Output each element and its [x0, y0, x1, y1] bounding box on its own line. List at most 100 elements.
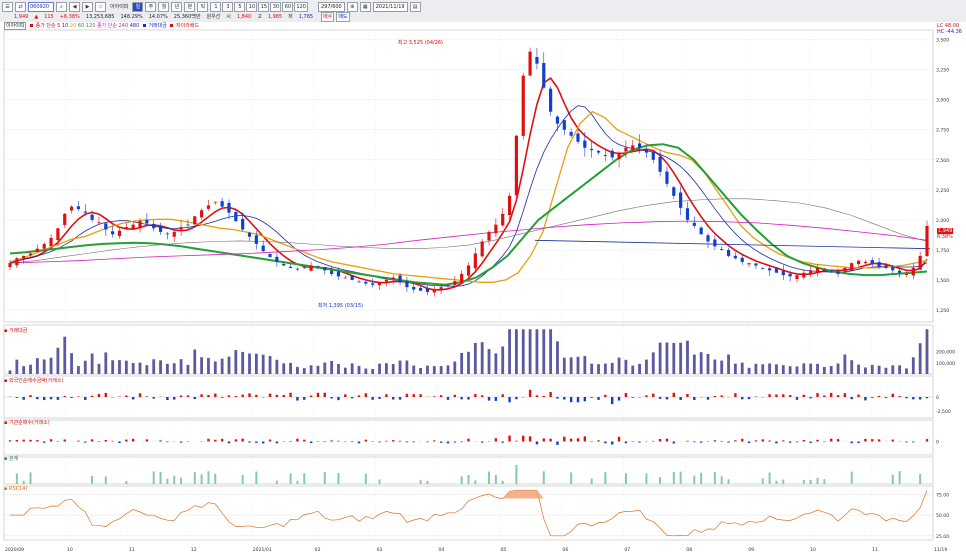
inst-bar	[638, 441, 641, 443]
btn-tick[interactable]: 틱	[197, 1, 209, 12]
zoom-icon[interactable]: ⊕	[346, 1, 358, 12]
foreign-bar	[460, 397, 463, 400]
foreign-bar	[282, 394, 285, 397]
x-tick-label: 03	[377, 547, 383, 553]
calendar-icon[interactable]: ▦	[359, 1, 371, 12]
menu-icon[interactable]: ☰	[2, 1, 13, 12]
x-tick-label: 02	[315, 547, 321, 553]
candle-body	[56, 228, 60, 241]
candle-body	[158, 225, 163, 232]
btn-daily[interactable]: 일	[132, 1, 144, 12]
calendar-picker-icon[interactable]: ▤	[409, 1, 421, 12]
volume-bar	[597, 364, 600, 374]
inst-bar	[385, 440, 388, 442]
volume-bar	[747, 367, 751, 374]
minute-option-10[interactable]: 10	[246, 1, 258, 12]
volume-bar	[70, 353, 73, 374]
obv-bar	[816, 477, 819, 484]
obv-bar	[700, 472, 703, 484]
volume-bar	[350, 363, 354, 374]
obv-bar	[173, 475, 176, 484]
volume-bar	[501, 346, 505, 374]
obv-bar	[542, 471, 545, 484]
inst-bar	[734, 440, 737, 442]
minute-option-30[interactable]: 30	[270, 1, 282, 12]
minute-option-3[interactable]: 3	[222, 1, 234, 12]
obv-bar	[898, 471, 901, 484]
volume-bar	[857, 364, 860, 374]
volume-bar	[473, 342, 477, 374]
volume-bar	[412, 365, 416, 374]
volume-bar	[692, 354, 696, 374]
inst-bar	[131, 438, 135, 442]
obv-bar	[378, 479, 381, 484]
foreign-bar	[871, 397, 874, 398]
foreign-bar	[823, 395, 826, 397]
code-input[interactable]: 060920	[28, 1, 54, 12]
foreign-bar	[569, 397, 573, 403]
inst-bar	[303, 439, 306, 442]
obv-bar	[159, 471, 162, 484]
volume-bar	[22, 366, 26, 374]
buy-button[interactable]: 매수	[321, 11, 335, 22]
chart-area[interactable]: 2020/09 10 11 12 2021/01 02 03 04 05 06 07 08 09 10 11…	[0, 22, 966, 554]
next-arrow-icon[interactable]: ▶	[82, 1, 93, 12]
candle-body	[624, 147, 628, 152]
volume-bar	[289, 362, 292, 374]
foreign-bar	[97, 393, 101, 397]
foreign-bar	[508, 397, 511, 403]
candle-body	[412, 286, 416, 290]
obv-bar	[679, 471, 682, 484]
foreign-bar	[405, 393, 409, 397]
inst-bar	[330, 440, 333, 442]
obv-bar	[193, 472, 196, 484]
link-icon[interactable]: ⇄	[15, 1, 26, 12]
obv-bar	[214, 473, 217, 484]
foreign-bar	[775, 394, 778, 397]
candle-body	[850, 263, 854, 271]
inst-bar	[528, 436, 532, 442]
volume-bar	[556, 341, 559, 374]
inst-bar	[29, 439, 32, 442]
inst-bar	[22, 439, 25, 442]
rsi-tick: 50.00	[936, 513, 949, 519]
inst-bar	[768, 440, 771, 442]
inst-bar	[877, 439, 881, 442]
btn-weekly[interactable]: 주	[145, 1, 157, 12]
minute-option-5[interactable]: 5	[234, 1, 246, 12]
sell-button[interactable]: 매도	[336, 11, 350, 22]
favorite-icon[interactable]: ☆	[95, 1, 106, 12]
inst-bar	[159, 440, 162, 442]
candle-body	[891, 266, 895, 271]
volume-bar	[781, 365, 785, 374]
volume-bar	[727, 354, 730, 374]
prev-arrow-icon[interactable]: ◀	[69, 1, 80, 12]
btn-year[interactable]: 년	[171, 1, 183, 12]
btn-monthly[interactable]: 월	[158, 1, 170, 12]
volume-bar	[378, 363, 381, 374]
inst-bar	[145, 439, 149, 442]
minute-option-60[interactable]: 60	[282, 1, 294, 12]
foreign-bar	[453, 394, 457, 397]
foreign-bar	[912, 397, 915, 400]
inst-bar	[652, 440, 655, 442]
vol-ratio: 148.29%	[120, 13, 143, 20]
obv-bar	[275, 480, 278, 484]
obv-bar	[152, 471, 155, 484]
minute-option-15[interactable]: 15	[258, 1, 270, 12]
date-field[interactable]: 2021/11/19	[372, 1, 408, 12]
search-icon[interactable]: ⌕	[56, 1, 67, 12]
foreign-bar	[241, 394, 244, 397]
minute-option-120[interactable]: 120	[294, 1, 308, 12]
foreign-bar	[802, 394, 806, 397]
volume-bar	[754, 363, 758, 374]
obv-bar	[303, 473, 306, 484]
btn-minute[interactable]: 분	[184, 1, 196, 12]
candle-body	[740, 257, 744, 262]
minute-option-1[interactable]: 1	[210, 1, 222, 12]
volume-bar	[521, 329, 525, 374]
obv-bar	[850, 471, 853, 484]
volume-bar	[200, 357, 204, 374]
candle-body	[282, 264, 286, 266]
candle-body	[706, 235, 710, 242]
